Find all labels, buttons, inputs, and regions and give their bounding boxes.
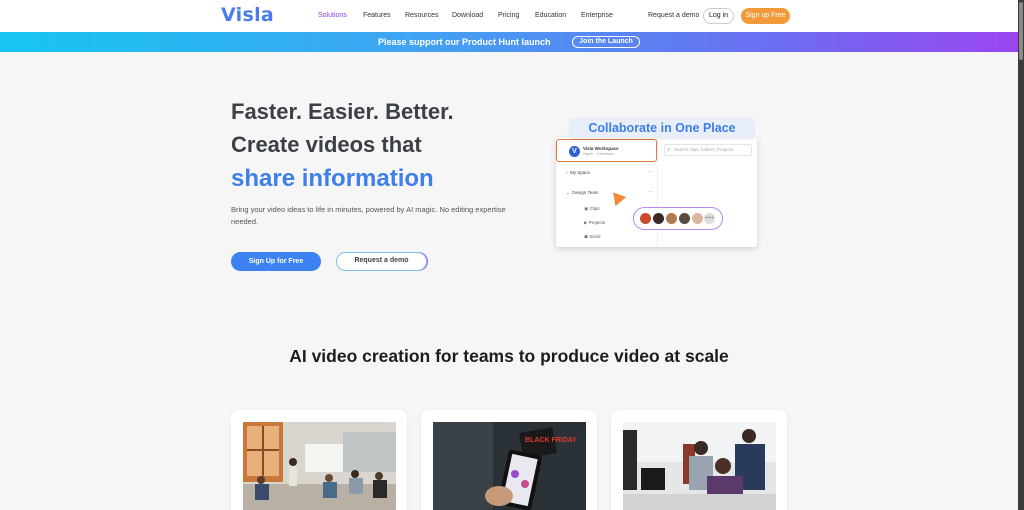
- workspace-name: Visla Workspace: [583, 146, 619, 151]
- hero-signup-button[interactable]: Sign Up for Free: [231, 252, 321, 271]
- top-nav: Visla Solutions Features Resources Downl…: [0, 0, 1018, 32]
- more-icon: ···: [648, 189, 653, 195]
- workspace-sub: Owner · 3 members: [583, 152, 614, 156]
- nav-enterprise[interactable]: Enterprise: [581, 12, 613, 19]
- avatar: [666, 213, 677, 224]
- avatar: [653, 213, 664, 224]
- clip-icon: ▣: [584, 206, 589, 211]
- ws-sub-clips: ▣ Clips: [584, 206, 600, 211]
- nav-resources[interactable]: Resources: [405, 12, 438, 19]
- search-icon: ⌕: [667, 147, 671, 153]
- visla-logo[interactable]: Visla: [221, 4, 274, 26]
- office-desk-image: [623, 422, 776, 510]
- avatar-group: +++: [633, 207, 723, 230]
- stock-icon: ☗: [584, 234, 589, 239]
- avatar: [640, 213, 651, 224]
- play-icon: ▶: [584, 220, 588, 225]
- scrollbar-thumb[interactable]: [1019, 2, 1023, 60]
- page: Visla Solutions Features Resources Downl…: [0, 0, 1018, 510]
- nav-download[interactable]: Download: [452, 12, 483, 19]
- ws-sub-stock: ☗ Stock: [584, 234, 601, 239]
- ws-row-design-team: ⌄ Design Team: [566, 190, 599, 195]
- login-button[interactable]: Log in: [703, 8, 734, 24]
- scrollbar[interactable]: [1018, 0, 1024, 510]
- hero-headline-highlight: share information: [231, 165, 434, 192]
- workspace-search: ⌕ Search clips, folders, Projects: [664, 144, 752, 156]
- phone-shopping-image: BLACK FRIDAY: [433, 422, 586, 510]
- workspace-illustration: ⌕ Search clips, folders, Projects V Visl…: [556, 137, 757, 247]
- black-friday-sign: BLACK FRIDAY: [525, 437, 577, 444]
- hero-request-demo-button[interactable]: Request a demo: [336, 252, 427, 271]
- nav-features[interactable]: Features: [363, 12, 391, 19]
- panel-divider: [657, 137, 658, 247]
- section-title: AI video creation for teams to produce v…: [289, 346, 729, 366]
- avatar: [692, 213, 703, 224]
- nav-education[interactable]: Education: [535, 12, 566, 19]
- ws-row-my-space: › My Space: [566, 170, 591, 175]
- search-placeholder: Search clips, folders, Projects: [674, 147, 734, 152]
- team-meeting-image: [243, 422, 396, 510]
- promo-banner: Please support our Product Hunt launch J…: [0, 32, 1018, 52]
- collaborate-title: Collaborate in One Place: [570, 118, 754, 138]
- hero-headline-line2: Create videos that: [231, 132, 422, 157]
- nav-solutions[interactable]: Solutions: [318, 12, 347, 19]
- avatar: [679, 213, 690, 224]
- join-launch-button[interactable]: Join the Launch: [572, 36, 640, 48]
- workspace-header: V Visla Workspace Owner · 3 members: [556, 139, 657, 162]
- signup-button[interactable]: Sign up Free: [741, 8, 790, 24]
- nav-request-demo[interactable]: Request a demo: [648, 12, 699, 19]
- banner-text: Please support our Product Hunt launch: [378, 37, 551, 47]
- nav-pricing[interactable]: Pricing: [498, 12, 519, 19]
- feature-card[interactable]: [611, 410, 787, 510]
- feature-card[interactable]: BLACK FRIDAY: [421, 410, 597, 510]
- more-icon: ···: [648, 169, 653, 175]
- ws-sub-projects: ▶ Projects: [584, 220, 605, 225]
- feature-card[interactable]: [231, 410, 407, 510]
- hero-description: Bring your video ideas to life in minute…: [231, 205, 506, 226]
- hero-headline-line1: Faster. Easier. Better.: [231, 99, 454, 124]
- workspace-logo-icon: V: [569, 146, 580, 157]
- more-avatars-icon: +++: [704, 213, 715, 224]
